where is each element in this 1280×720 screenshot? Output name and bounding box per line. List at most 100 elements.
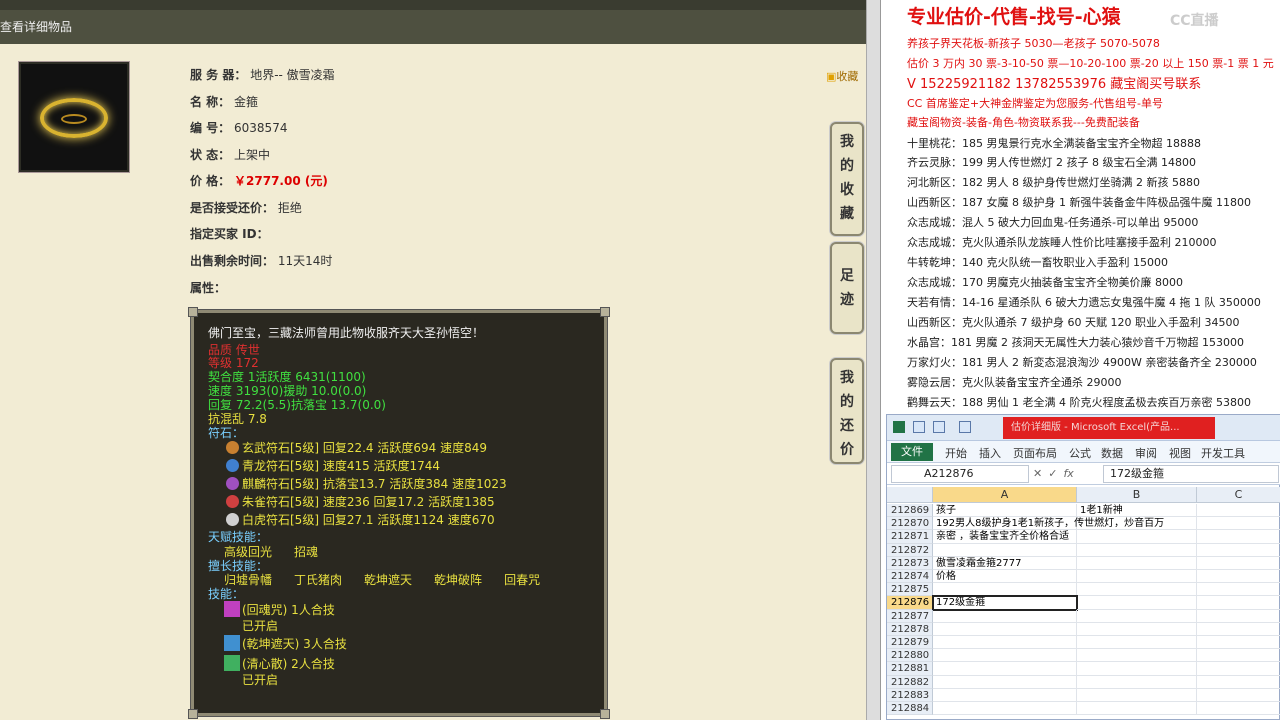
cell-c[interactable]	[1197, 623, 1280, 636]
tab-footprint[interactable]: 足迹	[830, 242, 864, 334]
row-header[interactable]: 212884	[887, 702, 933, 716]
row-header[interactable]: 212876	[887, 596, 933, 610]
row-header[interactable]: 212871	[887, 530, 933, 544]
tab-my-bargains[interactable]: 我的还价	[830, 358, 864, 464]
ribbon-tab[interactable]: 数据	[1101, 445, 1123, 461]
cell-a[interactable]	[933, 662, 1077, 676]
cancel-icon[interactable]: ✕	[1033, 467, 1042, 480]
row-header[interactable]: 212877	[887, 609, 933, 623]
cell-b[interactable]: 1老1新神	[1077, 504, 1197, 518]
cell-b[interactable]	[1077, 570, 1197, 584]
skill-status: 已开启	[242, 673, 279, 687]
undo-icon[interactable]	[933, 421, 945, 433]
ribbon-tab[interactable]: 视图	[1169, 445, 1191, 461]
cell-b[interactable]	[1077, 702, 1197, 716]
cell-c[interactable]	[1197, 689, 1280, 702]
cell-c[interactable]	[1197, 636, 1280, 650]
cell-a[interactable]: 价格	[933, 570, 1077, 584]
cell-c[interactable]	[1197, 570, 1280, 584]
enter-icon[interactable]: ✓	[1048, 467, 1057, 480]
cell-b[interactable]	[1077, 649, 1197, 663]
ribbon-tab[interactable]: 审阅	[1135, 445, 1157, 461]
row-header[interactable]: 212879	[887, 636, 933, 650]
cell-c[interactable]	[1197, 530, 1280, 544]
formula-bar: A212876 ✕ ✓ fx 172级金箍	[887, 463, 1280, 485]
row-header[interactable]: 212875	[887, 583, 933, 597]
name-box[interactable]: A212876	[891, 465, 1029, 483]
ribbon-tab[interactable]: 公式	[1069, 445, 1091, 461]
cell-a[interactable]: 孩子	[933, 504, 1077, 518]
cell-a[interactable]: 亲密 ，装备宝宝齐全价格合适	[933, 530, 1077, 544]
tab-my-favorites[interactable]: 我的收藏	[830, 122, 864, 236]
row-header[interactable]: 212880	[887, 649, 933, 663]
redo-icon[interactable]	[959, 421, 971, 433]
cell-a[interactable]	[933, 675, 1077, 689]
cell-c[interactable]	[1197, 544, 1280, 557]
row-header[interactable]: 212881	[887, 662, 933, 676]
excel-window: 估价详细版 - Microsoft Excel(产品... 文件 开始 插入 页…	[886, 414, 1280, 720]
cell-a[interactable]	[933, 649, 1077, 663]
cell-c[interactable]	[1197, 504, 1280, 518]
favorite-button[interactable]: ▣收藏	[826, 68, 858, 84]
row-header[interactable]: 212873	[887, 556, 933, 570]
cell-c[interactable]	[1197, 557, 1280, 570]
column-header[interactable]: A	[933, 487, 1077, 503]
cell-c[interactable]	[1197, 610, 1280, 623]
cell-a[interactable]	[933, 543, 1077, 557]
fx-button[interactable]: ✕ ✓ fx	[1033, 465, 1101, 483]
cell-a[interactable]	[933, 636, 1077, 650]
page-scrollbar[interactable]	[866, 0, 880, 720]
row-header[interactable]: 212874	[887, 570, 933, 584]
row-header[interactable]: 212869	[887, 504, 933, 518]
row-header[interactable]: 212870	[887, 517, 933, 531]
cell-c[interactable]	[1197, 676, 1280, 689]
cell-b[interactable]	[1077, 530, 1197, 544]
column-header[interactable]: B	[1077, 487, 1197, 503]
cell-a[interactable]	[933, 702, 1077, 716]
cell-a[interactable]: 傲雪凌霜金箍2777	[933, 556, 1077, 570]
listing: 鹳舞云天：188 男仙 1 老全满 4 阶克火程度孟极去疾百万亲密 53800	[907, 396, 1251, 409]
cell-c[interactable]	[1197, 517, 1280, 531]
cell-a[interactable]: 192男人8级护身1老1新孩子，传世燃灯，炒音百万	[933, 517, 1164, 531]
cell-b[interactable]	[1077, 688, 1197, 702]
file-tab[interactable]: 文件	[891, 443, 933, 461]
listing: 山西新区：克火队通杀 7 级护身 60 天赋 120 职业入手盈利 34500	[907, 316, 1240, 329]
cell-b[interactable]	[1077, 675, 1197, 689]
formula-input[interactable]: 172级金箍	[1103, 465, 1279, 483]
rune-icon	[226, 441, 239, 454]
save-icon[interactable]	[913, 421, 925, 433]
row-header[interactable]: 212872	[887, 543, 933, 557]
cell-b[interactable]	[1077, 609, 1197, 623]
cell-c[interactable]	[1197, 583, 1280, 597]
row-header[interactable]: 212883	[887, 688, 933, 702]
cell-c[interactable]	[1197, 702, 1280, 716]
column-header[interactable]: C	[1197, 487, 1280, 503]
row-header[interactable]: 212878	[887, 622, 933, 636]
ribbon-tab[interactable]: 开始	[945, 445, 967, 461]
cell-b[interactable]	[1077, 556, 1197, 570]
listing: 众志成城：混人 5 破大力回血鬼-任务通杀-可以单出 95000	[907, 216, 1199, 229]
cell-c[interactable]	[1197, 662, 1280, 676]
cell-b[interactable]	[1077, 636, 1197, 650]
cell-c[interactable]	[1197, 596, 1280, 610]
cell-b[interactable]	[1077, 596, 1197, 610]
rune-item: 青龙符石[5级] 速度415 活跃度1744	[226, 458, 440, 475]
select-all-corner[interactable]	[887, 487, 933, 503]
cell-b[interactable]	[1077, 583, 1197, 597]
cell-b[interactable]	[1077, 517, 1197, 531]
ribbon-tab[interactable]: 页面布局	[1013, 445, 1057, 461]
cell-b[interactable]	[1077, 622, 1197, 636]
cell-c[interactable]	[1197, 649, 1280, 663]
cell-a[interactable]	[933, 622, 1077, 636]
ribbon-tab[interactable]: 插入	[979, 445, 1001, 461]
cell-a[interactable]	[933, 609, 1077, 623]
cell-a[interactable]	[933, 583, 1077, 597]
cell-a[interactable]	[933, 688, 1077, 702]
ribbon-tab[interactable]: 开发工具	[1201, 445, 1245, 461]
cell-b[interactable]	[1077, 543, 1197, 557]
cell-a[interactable]: 172级金箍	[932, 595, 1078, 611]
tooltip-corner	[600, 709, 610, 719]
sheet-row: 212879	[887, 636, 1280, 650]
cell-b[interactable]	[1077, 662, 1197, 676]
row-header[interactable]: 212882	[887, 675, 933, 689]
